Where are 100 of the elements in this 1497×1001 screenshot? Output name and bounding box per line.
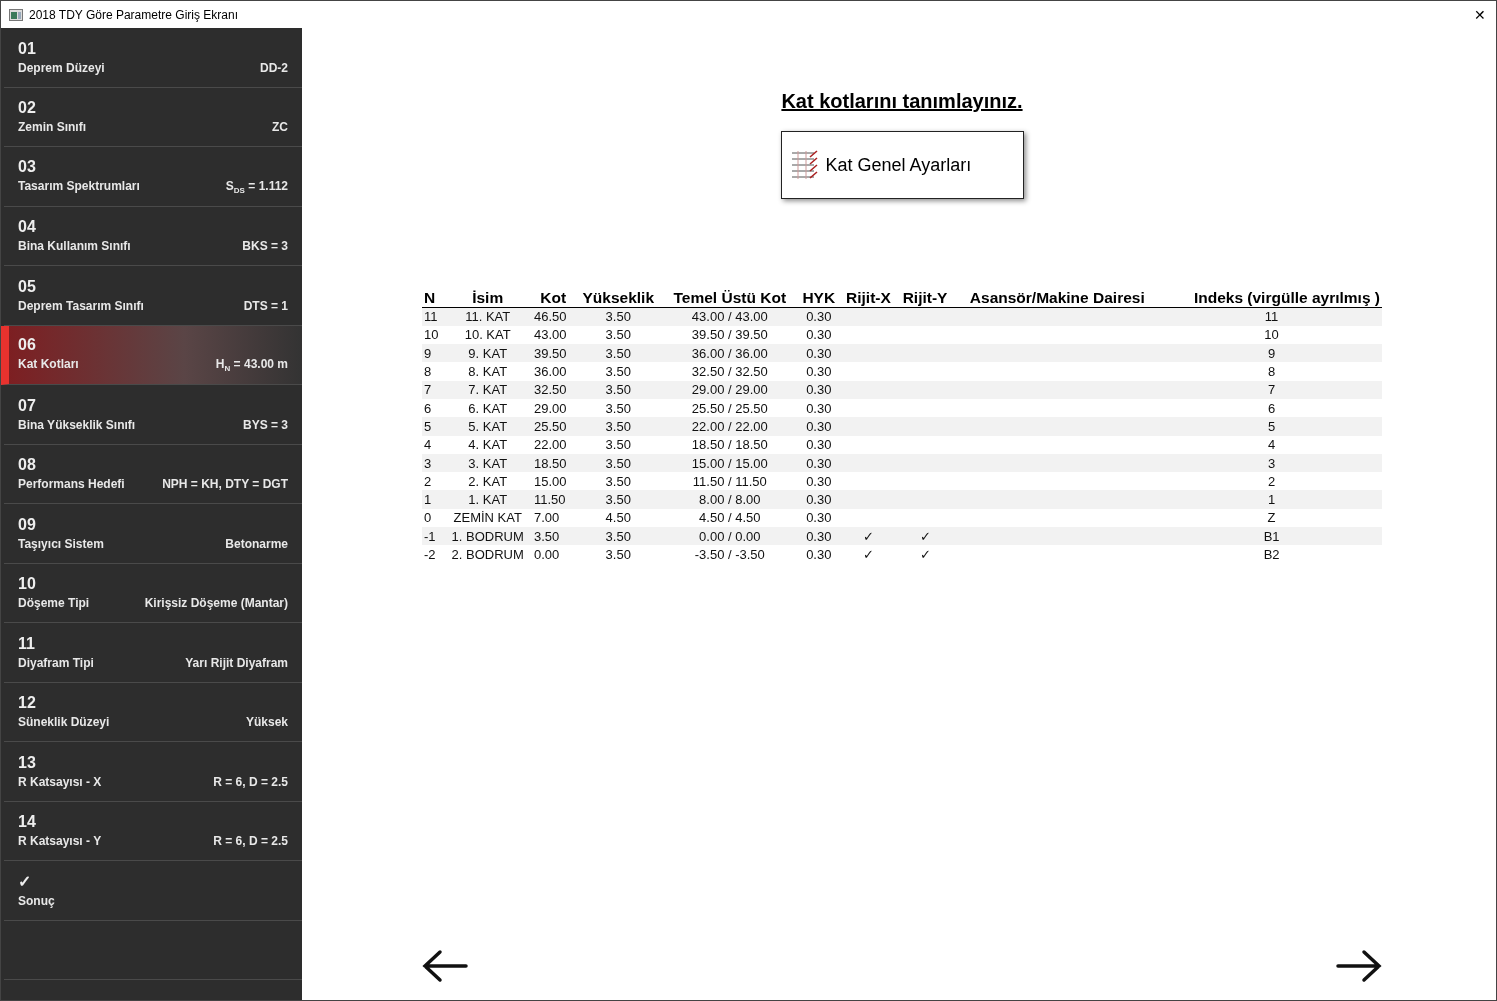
close-button[interactable]: ✕ xyxy=(1472,6,1488,23)
table-cell: 6 xyxy=(422,399,444,418)
step-number: 11 xyxy=(18,634,35,653)
table-cell: ZEMİN KAT xyxy=(443,508,532,528)
sidebar-item[interactable]: 03 Tasarım Spektrumları S$_{DS}$ = 1.112 xyxy=(4,147,302,207)
table-cell: 39.50 / 39.50 xyxy=(662,325,798,345)
table-cell: 0.30 xyxy=(797,508,841,528)
sidebar-item[interactable]: 09 Taşıyıcı Sistem Betonarme xyxy=(4,504,302,564)
right-arrow-icon xyxy=(1336,949,1382,983)
settings-button[interactable]: Kat Genel Ayarları xyxy=(780,131,1024,199)
window-title: 2018 TDY Göre Parametre Giriş Ekranı xyxy=(29,7,239,22)
table-cell: 4 xyxy=(1161,435,1382,454)
table-cell: 18.50 xyxy=(531,453,575,473)
step-label: Bina Kullanım Sınıfı xyxy=(18,239,131,254)
page-heading: Kat kotlarını tanımlayınız. xyxy=(781,90,1023,113)
table-cell: 9 xyxy=(1161,344,1382,363)
step-label: Kat Kotları xyxy=(18,357,79,374)
table-cell: -3.50 / -3.50 xyxy=(662,545,798,564)
step-label: Bina Yükseklik Sınıfı xyxy=(18,417,136,432)
table-cell: 10 xyxy=(1161,325,1382,345)
sidebar-item[interactable]: 07 Bina Yükseklik Sınıfı BYS = 3 xyxy=(4,385,302,445)
table-cell: 0.30 xyxy=(797,362,841,381)
table-cell: 3.50 xyxy=(574,490,663,509)
sidebar-item[interactable]: 08 Performans Hedefi NPH = KH, DTY = DGT xyxy=(4,444,302,504)
sidebar-item[interactable]: 12 Süneklik Düzeyi Yüksek xyxy=(4,682,302,742)
table-cell: 32.50 / 32.50 xyxy=(662,362,798,381)
table-cell: 36.00 xyxy=(531,362,575,381)
table-cell: 0.30 xyxy=(797,325,841,345)
column-header: Kot xyxy=(531,289,575,308)
table-cell: 2. KAT xyxy=(443,472,532,491)
table-cell: 43.00 / 43.00 xyxy=(662,307,798,326)
step-value: H$_{N}$ = 43.00 m xyxy=(215,357,288,374)
sidebar-item[interactable]: ✓ Sonuç xyxy=(4,861,302,921)
step-number: 03 xyxy=(18,157,36,176)
table-cell: 4. KAT xyxy=(443,435,532,454)
table-cell: 3.50 xyxy=(574,435,663,454)
table-cell: 7 xyxy=(1161,380,1382,399)
step-value: NPH = KH, DTY = DGT xyxy=(162,477,288,492)
check-mark: ✓ xyxy=(862,547,874,562)
table-cell: 4.50 xyxy=(574,508,663,528)
table-cell: 3.50 xyxy=(574,399,663,418)
table-cell: 3 xyxy=(1161,453,1382,473)
step-number: 08 xyxy=(18,456,36,475)
table-cell: 8 xyxy=(422,362,444,381)
table-cell: 8.00 / 8.00 xyxy=(662,490,798,509)
step-label: Sonuç xyxy=(18,894,55,909)
sidebar-item[interactable]: 06 Kat Kotları H$_{N}$ = 43.00 m xyxy=(1,325,302,385)
step-label: Deprem Tasarım Sınıfı xyxy=(18,298,144,313)
table-cell: 6 xyxy=(1161,399,1382,418)
table-cell: 3 xyxy=(422,453,444,473)
column-header: Yükseklik xyxy=(574,289,663,308)
step-number: 12 xyxy=(18,694,36,713)
table-cell: 0.30 xyxy=(797,435,841,454)
step-number: 09 xyxy=(18,515,36,534)
table-cell: 3.50 xyxy=(574,417,663,436)
step-number: 10 xyxy=(18,575,36,594)
table-cell: 0.30 xyxy=(797,527,841,546)
sidebar-item[interactable]: 10 Döşeme Tipi Kirişsiz Döşeme (Mantar) xyxy=(4,563,302,623)
sidebar-item[interactable]: 01 Deprem Düzeyi DD-2 xyxy=(4,28,302,88)
check-mark: ✓ xyxy=(862,528,874,544)
table-cell: -1 xyxy=(422,527,444,546)
step-number: 06 xyxy=(18,336,36,355)
step-number: 02 xyxy=(18,99,36,118)
sidebar-item[interactable]: 05 Deprem Tasarım Sınıfı DTS = 1 xyxy=(4,266,302,326)
step-value: Yüksek xyxy=(245,715,288,730)
step-value: DD-2 xyxy=(260,60,288,75)
sidebar-item[interactable]: 04 Bina Kullanım Sınıfı BKS = 3 xyxy=(4,206,302,266)
table-cell: 36.00 / 36.00 xyxy=(662,344,798,363)
table-cell: 7. KAT xyxy=(443,380,532,399)
sidebar-item[interactable]: 02 Zemin Sınıfı ZC xyxy=(4,87,302,147)
step-value: BKS = 3 xyxy=(242,239,288,254)
sidebar-item[interactable]: 14 R Katsayısı - Y R = 6, D = 2.5 xyxy=(4,801,302,861)
check-mark: ✓ xyxy=(919,528,931,544)
table-cell: 3.50 xyxy=(531,527,575,546)
column-header: İsim xyxy=(443,289,532,308)
table-cell: 0.30 xyxy=(797,307,841,326)
table-cell: 2 xyxy=(1161,472,1382,491)
table-cell: 25.50 / 25.50 xyxy=(662,399,798,418)
table-cell: 3.50 xyxy=(574,344,663,363)
table-cell: 0.00 / 0.00 xyxy=(662,527,798,546)
table-cell: 11.50 / 11.50 xyxy=(662,472,798,491)
step-value: R = 6, D = 2.5 xyxy=(213,774,288,789)
table-cell: 0.30 xyxy=(797,399,841,418)
table-cell: 3.50 xyxy=(574,362,663,381)
table-cell: 11 xyxy=(1161,307,1382,326)
table-cell: 46.50 xyxy=(531,307,575,326)
step-value: Betonarme xyxy=(225,536,288,551)
table-cell: 8. KAT xyxy=(443,362,532,381)
table-cell: 7.00 xyxy=(531,508,575,528)
table-cell: 32.50 xyxy=(531,380,575,399)
table-cell: 15.00 / 15.00 xyxy=(662,453,798,473)
table-cell: B1 xyxy=(1161,527,1382,546)
step-label: Tasarım Spektrumları xyxy=(18,178,140,195)
table-cell: 9. KAT xyxy=(443,344,532,363)
sidebar-item[interactable]: 11 Diyafram Tipi Yarı Rijit Diyafram xyxy=(4,623,302,683)
table-cell: 1 xyxy=(1161,490,1382,509)
table-cell: 0.30 xyxy=(797,545,841,564)
check-mark: ✓ xyxy=(919,547,931,562)
step-label: Taşıyıcı Sistem xyxy=(18,536,104,551)
sidebar-item[interactable]: 13 R Katsayısı - X R = 6, D = 2.5 xyxy=(4,742,302,802)
